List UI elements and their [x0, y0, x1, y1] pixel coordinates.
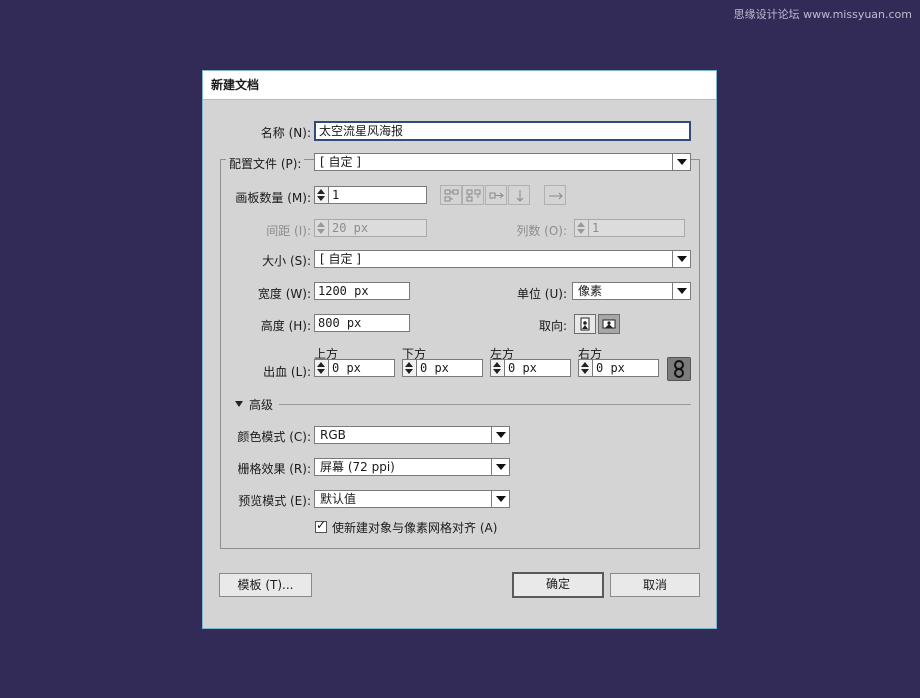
- units-select-value: 像素: [578, 284, 603, 298]
- raster-effects-label: 栅格效果 (R):: [237, 462, 311, 476]
- align-pixel-grid-checkbox[interactable]: [315, 518, 327, 533]
- chevron-down-icon: [491, 459, 509, 475]
- templates-button[interactable]: 模板 (T)...: [219, 573, 312, 597]
- advanced-label[interactable]: 高级: [249, 396, 273, 413]
- collapse-triangle-icon[interactable]: [235, 401, 243, 407]
- profile-label: 配置文件 (P):: [226, 155, 305, 172]
- columns-input[interactable]: 1: [588, 219, 685, 237]
- height-input[interactable]: 800 px: [314, 314, 410, 332]
- preview-mode-select[interactable]: 默认值: [314, 490, 510, 508]
- bleed-right-stepper[interactable]: [578, 359, 592, 377]
- name-label: 名称 (N):: [260, 126, 311, 140]
- watermark: 思缘设计论坛 www.missyuan.com: [733, 8, 912, 21]
- bleed-top-input[interactable]: 0 px: [328, 359, 395, 377]
- bleed-top-stepper[interactable]: [314, 359, 328, 377]
- link-bleed-icon[interactable]: [667, 357, 691, 381]
- artboards-input[interactable]: 1: [328, 186, 427, 204]
- color-mode-select[interactable]: RGB: [314, 426, 510, 444]
- chevron-down-icon: [672, 283, 690, 299]
- dialog-title: 新建文档: [203, 71, 716, 100]
- color-mode-select-value: RGB: [320, 428, 346, 442]
- units-label: 单位 (U):: [516, 287, 567, 301]
- bleed-label: 出血 (L):: [263, 365, 311, 379]
- cancel-button[interactable]: 取消: [610, 573, 700, 597]
- raster-effects-select-value: 屏幕 (72 ppi): [320, 460, 395, 474]
- profile-select[interactable]: [ 自定 ]: [314, 153, 691, 171]
- portrait-orientation-icon[interactable]: [574, 314, 596, 334]
- spacing-input[interactable]: 20 px: [328, 219, 427, 237]
- bleed-left-stepper[interactable]: [490, 359, 504, 377]
- height-label: 高度 (H):: [260, 319, 311, 333]
- units-select[interactable]: 像素: [572, 282, 691, 300]
- chevron-down-icon: [672, 154, 690, 170]
- artboards-stepper[interactable]: [314, 186, 328, 204]
- ok-button[interactable]: 确定: [512, 572, 604, 598]
- spacing-stepper[interactable]: [314, 219, 328, 237]
- align-pixel-grid-label[interactable]: 使新建对象与像素网格对齐 (A): [332, 519, 497, 536]
- bleed-bottom-stepper[interactable]: [402, 359, 416, 377]
- chevron-down-icon: [491, 427, 509, 443]
- new-document-dialog: 新建文档 名称 (N): 太空流星风海报 配置文件 (P): [ 自定 ] 画板…: [202, 70, 717, 629]
- raster-effects-select[interactable]: 屏幕 (72 ppi): [314, 458, 510, 476]
- color-mode-label: 颜色模式 (C):: [237, 430, 311, 444]
- size-select[interactable]: [ 自定 ]: [314, 250, 691, 268]
- advanced-divider: [279, 404, 691, 405]
- arrange-by-column-icon[interactable]: [508, 185, 530, 205]
- chevron-down-icon: [491, 491, 509, 507]
- name-input[interactable]: 太空流星风海报: [314, 121, 691, 141]
- orientation-label: 取向:: [538, 319, 567, 333]
- landscape-orientation-icon[interactable]: [598, 314, 620, 334]
- artboards-label: 画板数量 (M):: [235, 191, 311, 205]
- bleed-bottom-input[interactable]: 0 px: [416, 359, 483, 377]
- layout-direction-icon[interactable]: [544, 185, 566, 205]
- columns-stepper[interactable]: [574, 219, 588, 237]
- size-select-value: [ 自定 ]: [320, 252, 361, 266]
- columns-label: 列数 (O):: [516, 224, 567, 238]
- size-label: 大小 (S):: [262, 254, 311, 268]
- preview-mode-select-value: 默认值: [320, 492, 357, 506]
- chevron-down-icon: [672, 251, 690, 267]
- arrange-by-row-icon[interactable]: [485, 185, 507, 205]
- spacing-label: 间距 (I):: [266, 224, 311, 238]
- bleed-right-input[interactable]: 0 px: [592, 359, 659, 377]
- grid-by-column-icon[interactable]: [462, 185, 484, 205]
- width-input[interactable]: 1200 px: [314, 282, 410, 300]
- bleed-left-input[interactable]: 0 px: [504, 359, 571, 377]
- grid-by-row-icon[interactable]: [440, 185, 462, 205]
- preview-mode-label: 预览模式 (E):: [238, 494, 311, 508]
- width-label: 宽度 (W):: [257, 287, 311, 301]
- profile-select-value: [ 自定 ]: [320, 155, 361, 169]
